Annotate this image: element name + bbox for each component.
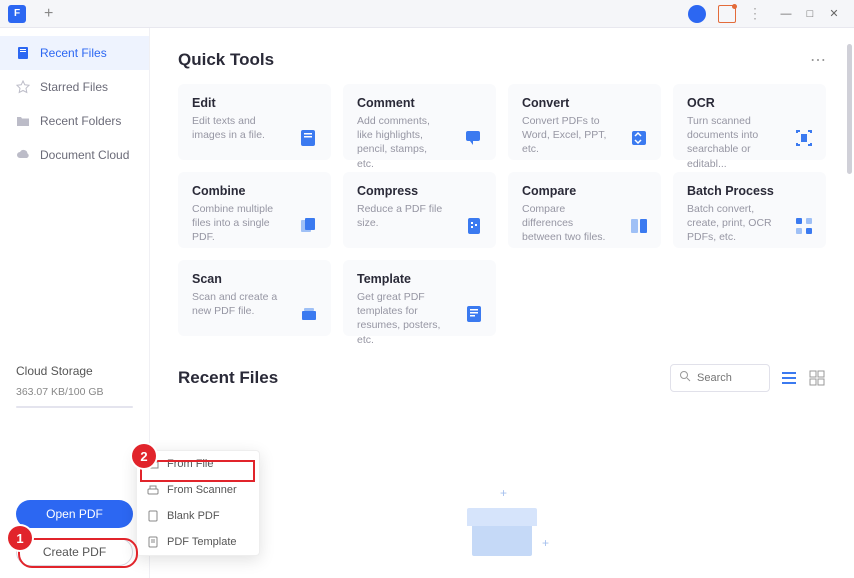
main-layout: Recent Files Starred Files Recent Folder… [0,28,854,578]
empty-state-illustration: + + [462,498,542,558]
sidebar-item-label: Starred Files [40,80,108,94]
tool-edit[interactable]: Edit Edit texts and images in a file. [178,84,331,160]
scan-icon [299,304,319,324]
tool-title: OCR [687,96,812,110]
context-item-label: From Scanner [167,484,237,496]
sidebar: Recent Files Starred Files Recent Folder… [0,28,150,578]
cloud-storage-value: 363.07 KB/100 GB [16,386,133,398]
tool-title: Comment [357,96,482,110]
template-icon [464,304,484,324]
quick-tools-header: Quick Tools ⋯ [178,50,826,70]
tool-title: Edit [192,96,317,110]
sidebar-item-recent-files[interactable]: Recent Files [0,36,149,70]
tool-convert[interactable]: Convert Convert PDFs to Word, Excel, PPT… [508,84,661,160]
tool-title: Compare [522,184,647,198]
tool-desc: Reduce a PDF file size. [357,202,445,230]
user-avatar[interactable] [688,5,706,23]
recent-files-title: Recent Files [178,368,278,388]
edit-icon [299,128,319,148]
grid-view-button[interactable] [808,369,826,387]
tool-compress[interactable]: Compress Reduce a PDF file size. [343,172,496,248]
minimize-button[interactable]: — [774,4,798,24]
cloud-storage-bar [16,406,133,408]
tool-ocr[interactable]: OCR Turn scanned documents into searchab… [673,84,826,160]
batch-icon [794,216,814,236]
tool-title: Compress [357,184,482,198]
tool-desc: Edit texts and images in a file. [192,114,280,142]
scanner-icon [147,484,159,496]
tool-template[interactable]: Template Get great PDF templates for res… [343,260,496,336]
create-pdf-button[interactable]: Create PDF [16,538,133,566]
annotation-badge-1: 1 [8,526,32,550]
tool-scan[interactable]: Scan Scan and create a new PDF file. [178,260,331,336]
tool-desc: Compare differences between two files. [522,202,610,245]
scrollbar-thumb[interactable] [847,44,852,174]
titlebar: F + ⋮ — □ ✕ [0,0,854,28]
ocr-icon [794,128,814,148]
sidebar-item-label: Document Cloud [40,148,129,162]
file-icon [16,46,30,60]
tool-batch-process[interactable]: Batch Process Batch convert, create, pri… [673,172,826,248]
template-small-icon [147,536,159,548]
tool-title: Convert [522,96,647,110]
annotation-badge-2: 2 [132,444,156,468]
sidebar-buttons: Open PDF Create PDF [16,500,133,566]
kebab-menu-icon[interactable]: ⋮ [748,5,762,22]
tool-title: Template [357,272,482,286]
tool-combine[interactable]: Combine Combine multiple files into a si… [178,172,331,248]
notification-icon[interactable] [718,5,736,23]
tool-desc: Turn scanned documents into searchable o… [687,114,775,171]
cloud-icon [16,148,30,162]
recent-files-header: Recent Files [178,364,826,392]
tool-desc: Get great PDF templates for resumes, pos… [357,290,445,347]
titlebar-right: ⋮ — □ ✕ [688,4,846,24]
search-icon [679,369,691,387]
compress-icon [464,216,484,236]
list-view-button[interactable] [780,369,798,387]
tool-desc: Combine multiple files into a single PDF… [192,202,280,245]
tool-title: Batch Process [687,184,812,198]
window-controls: — □ ✕ [774,4,846,24]
blank-icon [147,510,159,522]
recent-files-controls [670,364,826,392]
sidebar-item-recent-folders[interactable]: Recent Folders [0,104,149,138]
cloud-storage-title: Cloud Storage [16,364,133,378]
quick-tools-menu-button[interactable]: ⋯ [810,50,826,70]
context-item-label: PDF Template [167,536,237,548]
close-button[interactable]: ✕ [822,4,846,24]
tool-desc: Batch convert, create, print, OCR PDFs, … [687,202,775,245]
context-item-blank-pdf[interactable]: Blank PDF [137,503,259,529]
tool-comment[interactable]: Comment Add comments, like highlights, p… [343,84,496,160]
open-pdf-button[interactable]: Open PDF [16,500,133,528]
comment-icon [464,128,484,148]
search-box[interactable] [670,364,770,392]
app-logo: F [8,5,26,23]
context-item-pdf-template[interactable]: PDF Template [137,529,259,555]
tool-desc: Scan and create a new PDF file. [192,290,280,318]
maximize-button[interactable]: □ [798,4,822,24]
tool-title: Scan [192,272,317,286]
sidebar-item-document-cloud[interactable]: Document Cloud [0,138,149,172]
new-tab-button[interactable]: + [44,5,53,23]
sidebar-item-label: Recent Folders [40,114,121,128]
search-input[interactable] [697,372,767,384]
context-item-label: From File [167,458,213,470]
quick-tools-title: Quick Tools [178,50,274,70]
create-pdf-context-menu: From File From Scanner Blank PDF PDF Tem… [136,450,260,556]
folder-icon [16,114,30,128]
quick-tools-grid: Edit Edit texts and images in a file. Co… [178,84,826,336]
tool-compare[interactable]: Compare Compare differences between two … [508,172,661,248]
compare-icon [629,216,649,236]
cloud-storage-panel: Cloud Storage 363.07 KB/100 GB [0,364,149,408]
star-icon [16,80,30,94]
tool-title: Combine [192,184,317,198]
combine-icon [299,216,319,236]
context-item-label: Blank PDF [167,510,220,522]
tool-desc: Add comments, like highlights, pencil, s… [357,114,445,171]
convert-icon [629,128,649,148]
sidebar-item-label: Recent Files [40,46,107,60]
sidebar-item-starred-files[interactable]: Starred Files [0,70,149,104]
context-item-from-scanner[interactable]: From Scanner [137,477,259,503]
tool-desc: Convert PDFs to Word, Excel, PPT, etc. [522,114,610,157]
